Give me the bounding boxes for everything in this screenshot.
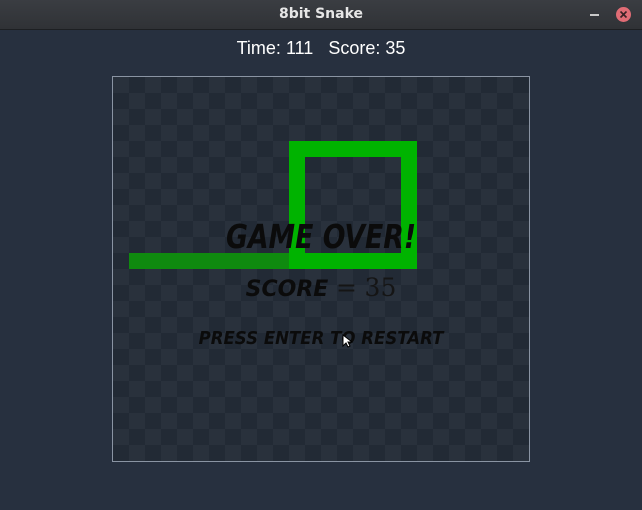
time-value: 111 xyxy=(285,38,314,58)
time-label: Time: xyxy=(236,38,281,58)
score-value: 35 xyxy=(385,38,406,58)
game-board[interactable]: GAME OVER! SCORE = 35 PRESS ENTER TO RES… xyxy=(112,76,530,462)
mouse-cursor-icon xyxy=(342,334,353,348)
final-score-equals: = xyxy=(335,273,357,302)
final-score-value: 35 xyxy=(364,273,397,302)
game-over-title: GAME OVER! xyxy=(225,217,417,256)
window-title: 8bit Snake xyxy=(278,6,364,22)
minimize-icon[interactable] xyxy=(587,6,603,22)
snake-body-segment xyxy=(289,141,417,157)
final-score-line: SCORE = 35 xyxy=(113,273,529,302)
game-window: 8bit Snake Time: 111 Score: 35 GAME OVER… xyxy=(0,0,642,510)
hud-bar: Time: 111 Score: 35 xyxy=(0,38,642,59)
close-icon[interactable] xyxy=(616,7,631,22)
title-bar[interactable]: 8bit Snake xyxy=(0,0,642,30)
score-label: Score: xyxy=(328,38,381,58)
final-score-label: SCORE xyxy=(245,277,329,302)
restart-prompt: PRESS ENTER TO RESTART xyxy=(198,328,444,349)
